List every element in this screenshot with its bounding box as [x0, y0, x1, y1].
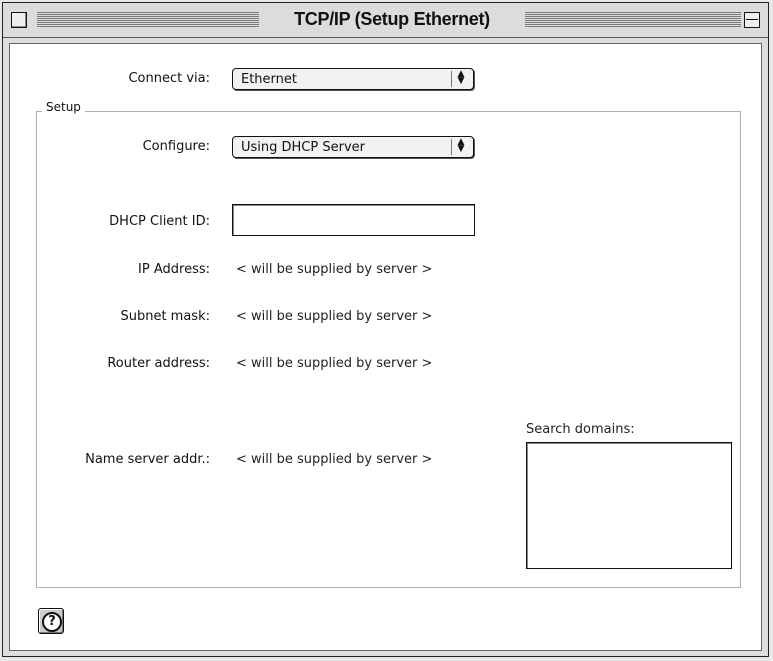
- search-domains-field[interactable]: [526, 442, 732, 569]
- close-box-icon[interactable]: [11, 12, 27, 28]
- tcpip-window: TCP/IP (Setup Ethernet) Connect via: Eth…: [2, 2, 769, 657]
- name-server-label: Name server addr.:: [85, 452, 210, 467]
- ip-address-value: < will be supplied by server >: [236, 262, 433, 277]
- subnet-mask-label: Subnet mask:: [120, 309, 210, 324]
- connect-via-popup[interactable]: Ethernet ▲ ▼: [232, 68, 474, 90]
- title-bar[interactable]: TCP/IP (Setup Ethernet): [3, 3, 768, 38]
- search-domains-label: Search domains:: [526, 422, 635, 437]
- title-bar-stripes-left: [37, 12, 259, 28]
- window-content: Connect via: Ethernet ▲ ▼ Setup Configure…: [9, 43, 762, 651]
- window-title: TCP/IP (Setup Ethernet): [294, 9, 490, 29]
- help-button[interactable]: ?: [38, 608, 64, 634]
- configure-label: Configure:: [142, 139, 210, 154]
- dhcp-client-id-label: DHCP Client ID:: [109, 214, 210, 229]
- collapse-box-icon[interactable]: [744, 12, 760, 28]
- help-icon: ?: [42, 612, 62, 632]
- name-server-value: < will be supplied by server >: [236, 452, 433, 467]
- popup-arrows-icon: ▲ ▼: [451, 138, 468, 155]
- router-address-label: Router address:: [107, 356, 210, 371]
- configure-popup[interactable]: Using DHCP Server ▲ ▼: [232, 136, 474, 158]
- router-address-value: < will be supplied by server >: [236, 356, 433, 371]
- subnet-mask-value: < will be supplied by server >: [236, 309, 433, 324]
- connect-via-label: Connect via:: [128, 71, 210, 86]
- connect-via-value: Ethernet: [241, 72, 297, 87]
- dhcp-client-id-field[interactable]: [232, 204, 475, 236]
- popup-arrows-icon: ▲ ▼: [451, 70, 468, 87]
- setup-group-label: Setup: [42, 100, 85, 114]
- configure-value: Using DHCP Server: [241, 140, 365, 155]
- ip-address-label: IP Address:: [138, 262, 210, 277]
- title-bar-stripes-right: [525, 12, 741, 28]
